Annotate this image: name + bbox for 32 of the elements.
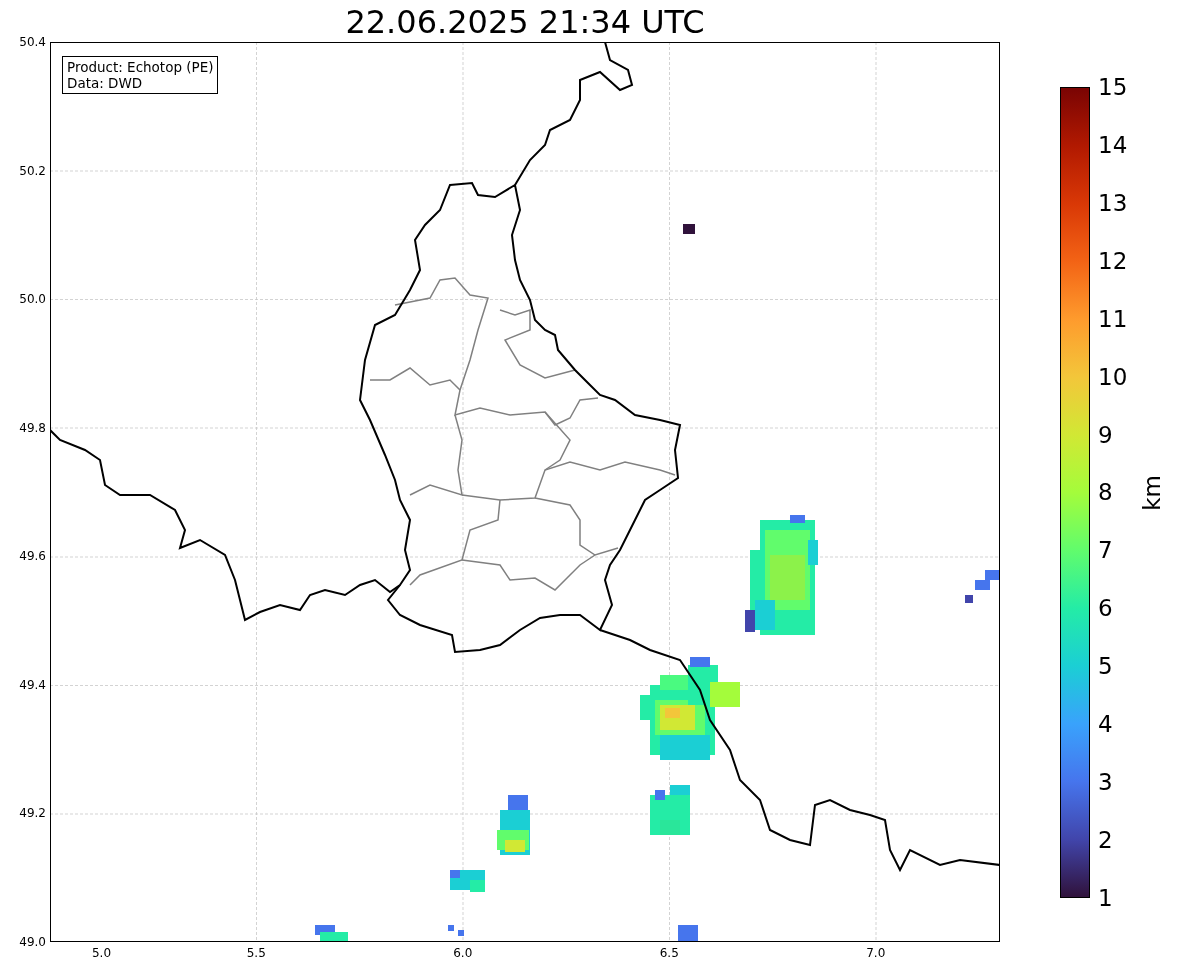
x-tick-label: 6.0 (452, 946, 474, 960)
chart-title: 22.06.2025 21:34 UTC (345, 2, 705, 42)
colorbar-label: km (1139, 474, 1166, 511)
y-tick-label: 50.0 (19, 292, 46, 307)
colorbar-tick-label: 1 (1098, 884, 1114, 911)
legend-text: Product: Echotop (PE) (67, 59, 214, 75)
x-tick-label: 7.0 (865, 946, 887, 960)
colorbar-tick-label: 9 (1098, 421, 1114, 448)
colorbar-tick-label: 12 (1098, 247, 1128, 274)
colorbar-tick-label: 10 (1098, 363, 1128, 390)
colorbar-tick-label: 14 (1098, 131, 1128, 158)
colorbar-tick-label: 3 (1098, 769, 1114, 796)
colorbar-tick-label: 8 (1098, 479, 1114, 506)
legend-text: Data: DWD (67, 75, 144, 91)
colorbar-tick-label: 5 (1098, 653, 1114, 680)
y-tick-label: 49.0 (19, 934, 46, 949)
colorbar-tick-label: 15 (1098, 74, 1128, 100)
x-tick-label: 6.5 (658, 946, 680, 960)
y-tick-label: 49.6 (19, 549, 46, 564)
x-tick-label: 5.5 (245, 946, 267, 960)
colorbar-tick-label: 6 (1098, 595, 1114, 622)
colorbar-tick-label: 2 (1098, 827, 1114, 853)
colorbar-tick-label: 11 (1098, 305, 1128, 332)
y-tick-label: 49.2 (19, 806, 46, 821)
y-tick-label: 50.4 (19, 35, 46, 49)
y-tick-label: 49.8 (19, 420, 46, 435)
colorbar-tick-label: 4 (1098, 711, 1114, 738)
colorbar-tick-label: 13 (1098, 189, 1128, 216)
y-tick-label: 49.4 (19, 677, 46, 692)
colorbar-tick-label: 7 (1098, 537, 1114, 564)
x-tick-label: 5.0 (90, 946, 113, 960)
y-tick-label: 50.2 (19, 163, 46, 178)
